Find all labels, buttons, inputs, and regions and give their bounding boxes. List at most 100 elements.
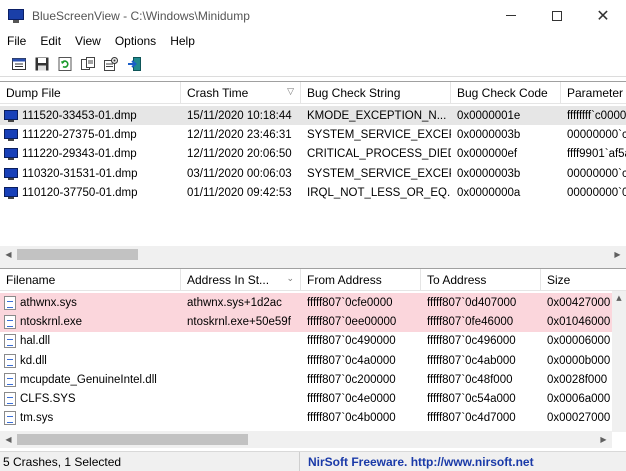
column-bug-check-string[interactable]: Bug Check String bbox=[301, 82, 451, 104]
crash-list-header: Dump File Crash Time ▽ Bug Check String B… bbox=[0, 82, 626, 104]
driver-list-vscrollbar[interactable]: ▲ bbox=[612, 291, 626, 432]
crash-row[interactable]: 110320-31531-01.dmp 03/11/2020 00:06:03 SY… bbox=[0, 164, 626, 183]
bug-check-string-cell: SYSTEM_SERVICE_EXCEP... bbox=[301, 164, 451, 183]
filename-cell-text: mcupdate_GenuineIntel.dll bbox=[20, 373, 157, 386]
bug-check-code-cell: 0x000000ef bbox=[451, 145, 561, 164]
dump-file-cell: 110320-31531-01.dmp bbox=[0, 164, 181, 183]
menu-options[interactable]: Options bbox=[108, 34, 163, 48]
crash-row[interactable]: 111520-33453-01.dmp 15/11/2020 10:18:44 KM… bbox=[0, 106, 626, 126]
filename-cell: hal.dll bbox=[0, 332, 181, 351]
crash-list[interactable]: Dump File Crash Time ▽ Bug Check String B… bbox=[0, 81, 626, 262]
menu-edit[interactable]: Edit bbox=[33, 34, 68, 48]
close-button[interactable]: ✕ bbox=[580, 0, 626, 31]
to-address-cell-text: fffff807`0c4ab000 bbox=[427, 354, 516, 367]
bug-check-code-cell-text: 0x000000ef bbox=[457, 148, 518, 161]
status-bar: 5 Crashes, 1 Selected NirSoft Freeware. … bbox=[0, 451, 626, 471]
driver-list-hscrollbar[interactable]: ◀ ▶ bbox=[0, 431, 612, 448]
scroll-right-icon[interactable]: ▶ bbox=[595, 431, 612, 448]
hscroll-thumb[interactable] bbox=[17, 434, 248, 445]
address-in-stack-cell bbox=[181, 389, 301, 408]
column-size[interactable]: Size bbox=[541, 269, 612, 291]
column-bug-check-code[interactable]: Bug Check Code bbox=[451, 82, 561, 104]
column-to-address[interactable]: To Address bbox=[421, 269, 541, 291]
driver-row[interactable]: CLFS.SYS fffff807`0c4e0000 fffff807`0c54a0… bbox=[0, 389, 626, 408]
hscroll-track[interactable] bbox=[17, 431, 595, 448]
driver-file-icon bbox=[4, 353, 16, 368]
save-button[interactable] bbox=[31, 54, 52, 74]
filename-cell-text: hal.dll bbox=[20, 335, 51, 348]
maximize-button[interactable] bbox=[534, 0, 580, 31]
dump-file-cell: 111220-27375-01.dmp bbox=[0, 125, 181, 144]
crash-time-cell-text: 15/11/2020 10:18:44 bbox=[187, 109, 292, 122]
bug-check-string-cell: CRITICAL_PROCESS_DIED bbox=[301, 145, 451, 164]
driver-row[interactable]: kd.dll fffff807`0c4a0000 fffff807`0c4ab000… bbox=[0, 351, 626, 370]
bug-check-code-cell-text: 0x0000003b bbox=[457, 167, 521, 180]
properties-icon bbox=[103, 56, 118, 71]
driver-row[interactable]: ntoskrnl.exe ntoskrnl.exe+50e59f fffff807`… bbox=[0, 312, 626, 332]
parameter1-cell-text: 00000000`00000 bbox=[567, 186, 626, 199]
filename-cell-text: athwnx.sys bbox=[20, 296, 77, 309]
dump-folder-path: C:\Windows\Minidump bbox=[130, 8, 250, 23]
driver-row[interactable]: athwnx.sys athwnx.sys+1d2ac fffff807`0cfe0… bbox=[0, 293, 626, 313]
column-filename[interactable]: Filename bbox=[0, 269, 181, 291]
refresh-button[interactable] bbox=[54, 54, 75, 74]
to-address-cell: fffff807`0fe46000 bbox=[421, 312, 541, 331]
size-cell: 0x00027000 bbox=[541, 409, 612, 428]
menu-view[interactable]: View bbox=[68, 34, 108, 48]
crash-time-cell-text: 12/11/2020 23:46:31 bbox=[187, 128, 292, 141]
column-address-in-stack[interactable]: Address In St... ⌄ bbox=[181, 269, 301, 291]
crash-row[interactable]: 111220-29343-01.dmp 12/11/2020 20:06:50 CR… bbox=[0, 145, 626, 164]
column-parameter-1[interactable]: Parameter 1 bbox=[561, 82, 626, 104]
scroll-up-icon[interactable]: ▲ bbox=[612, 291, 626, 305]
dump-file-cell-text: 110320-31531-01.dmp bbox=[22, 167, 138, 180]
driver-list[interactable]: Filename Address In St... ⌄ From Address … bbox=[0, 268, 626, 451]
html-report-button[interactable] bbox=[8, 54, 29, 74]
crash-time-cell-text: 03/11/2020 00:06:03 bbox=[187, 167, 292, 180]
scroll-left-icon[interactable]: ◀ bbox=[0, 246, 17, 262]
column-crash-time[interactable]: Crash Time ▽ bbox=[181, 82, 301, 104]
filename-cell: ntoskrnl.exe bbox=[0, 312, 181, 331]
driver-row[interactable]: hal.dll fffff807`0c490000 fffff807`0c49600… bbox=[0, 332, 626, 351]
address-in-stack-cell: ntoskrnl.exe+50e59f bbox=[181, 312, 301, 331]
bug-check-string-cell-text: CRITICAL_PROCESS_DIED bbox=[307, 148, 451, 161]
column-from-address[interactable]: From Address bbox=[301, 269, 421, 291]
size-cell-text: 0x0000b000 bbox=[547, 354, 611, 367]
toolbar bbox=[0, 51, 626, 77]
filename-cell: kd.dll bbox=[0, 351, 181, 370]
sort-indicator-icon: ⌄ bbox=[286, 273, 294, 283]
crash-time-cell: 03/11/2020 00:06:03 bbox=[181, 164, 301, 183]
menu-file[interactable]: File bbox=[0, 34, 33, 48]
crash-time-cell-text: 12/11/2020 20:06:50 bbox=[187, 148, 292, 161]
crash-time-cell: 01/11/2020 09:42:53 bbox=[181, 183, 301, 202]
to-address-cell-text: fffff807`0c48f000 bbox=[427, 373, 513, 386]
from-address-cell: fffff807`0ee00000 bbox=[301, 312, 421, 331]
dump-file-icon bbox=[4, 186, 18, 199]
menu-help[interactable]: Help bbox=[163, 34, 202, 48]
copy-button[interactable] bbox=[77, 54, 98, 74]
filename-cell: athwnx.sys bbox=[0, 293, 181, 312]
scroll-right-icon[interactable]: ▶ bbox=[609, 246, 626, 262]
hscroll-thumb[interactable] bbox=[17, 249, 138, 260]
crash-time-cell-text: 01/11/2020 09:42:53 bbox=[187, 186, 292, 199]
parameter1-cell-text: ffffffff`c0000 bbox=[567, 109, 626, 122]
address-in-stack-cell bbox=[181, 409, 301, 428]
crash-row[interactable]: 110120-37750-01.dmp 01/11/2020 09:42:53 IR… bbox=[0, 183, 626, 202]
exit-button[interactable] bbox=[123, 54, 144, 74]
crash-row[interactable]: 111220-27375-01.dmp 12/11/2020 23:46:31 SY… bbox=[0, 125, 626, 144]
driver-file-icon bbox=[4, 314, 16, 329]
crash-list-hscrollbar[interactable]: ◀ ▶ bbox=[0, 246, 626, 262]
size-cell-text: 0x0006a000 bbox=[547, 393, 611, 406]
size-cell-text: 0x00427000 bbox=[547, 296, 611, 309]
properties-button[interactable] bbox=[100, 54, 121, 74]
dump-file-cell: 111520-33453-01.dmp bbox=[0, 106, 181, 125]
driver-row[interactable]: tm.sys fffff807`0c4b0000 fffff807`0c4d7000… bbox=[0, 409, 626, 428]
nirsoft-link[interactable]: NirSoft Freeware. http://www.nirsoft.net bbox=[300, 455, 534, 469]
driver-row[interactable]: mcupdate_GenuineIntel.dll fffff807`0c2000… bbox=[0, 370, 626, 389]
column-dump-file[interactable]: Dump File bbox=[0, 82, 181, 104]
from-address-cell-text: fffff807`0c200000 bbox=[307, 373, 396, 386]
bug-check-code-cell-text: 0x0000000a bbox=[457, 186, 521, 199]
minimize-button[interactable] bbox=[488, 0, 534, 31]
from-address-cell-text: fffff807`0ee00000 bbox=[307, 315, 397, 328]
hscroll-track[interactable] bbox=[17, 246, 609, 262]
scroll-left-icon[interactable]: ◀ bbox=[0, 431, 17, 448]
